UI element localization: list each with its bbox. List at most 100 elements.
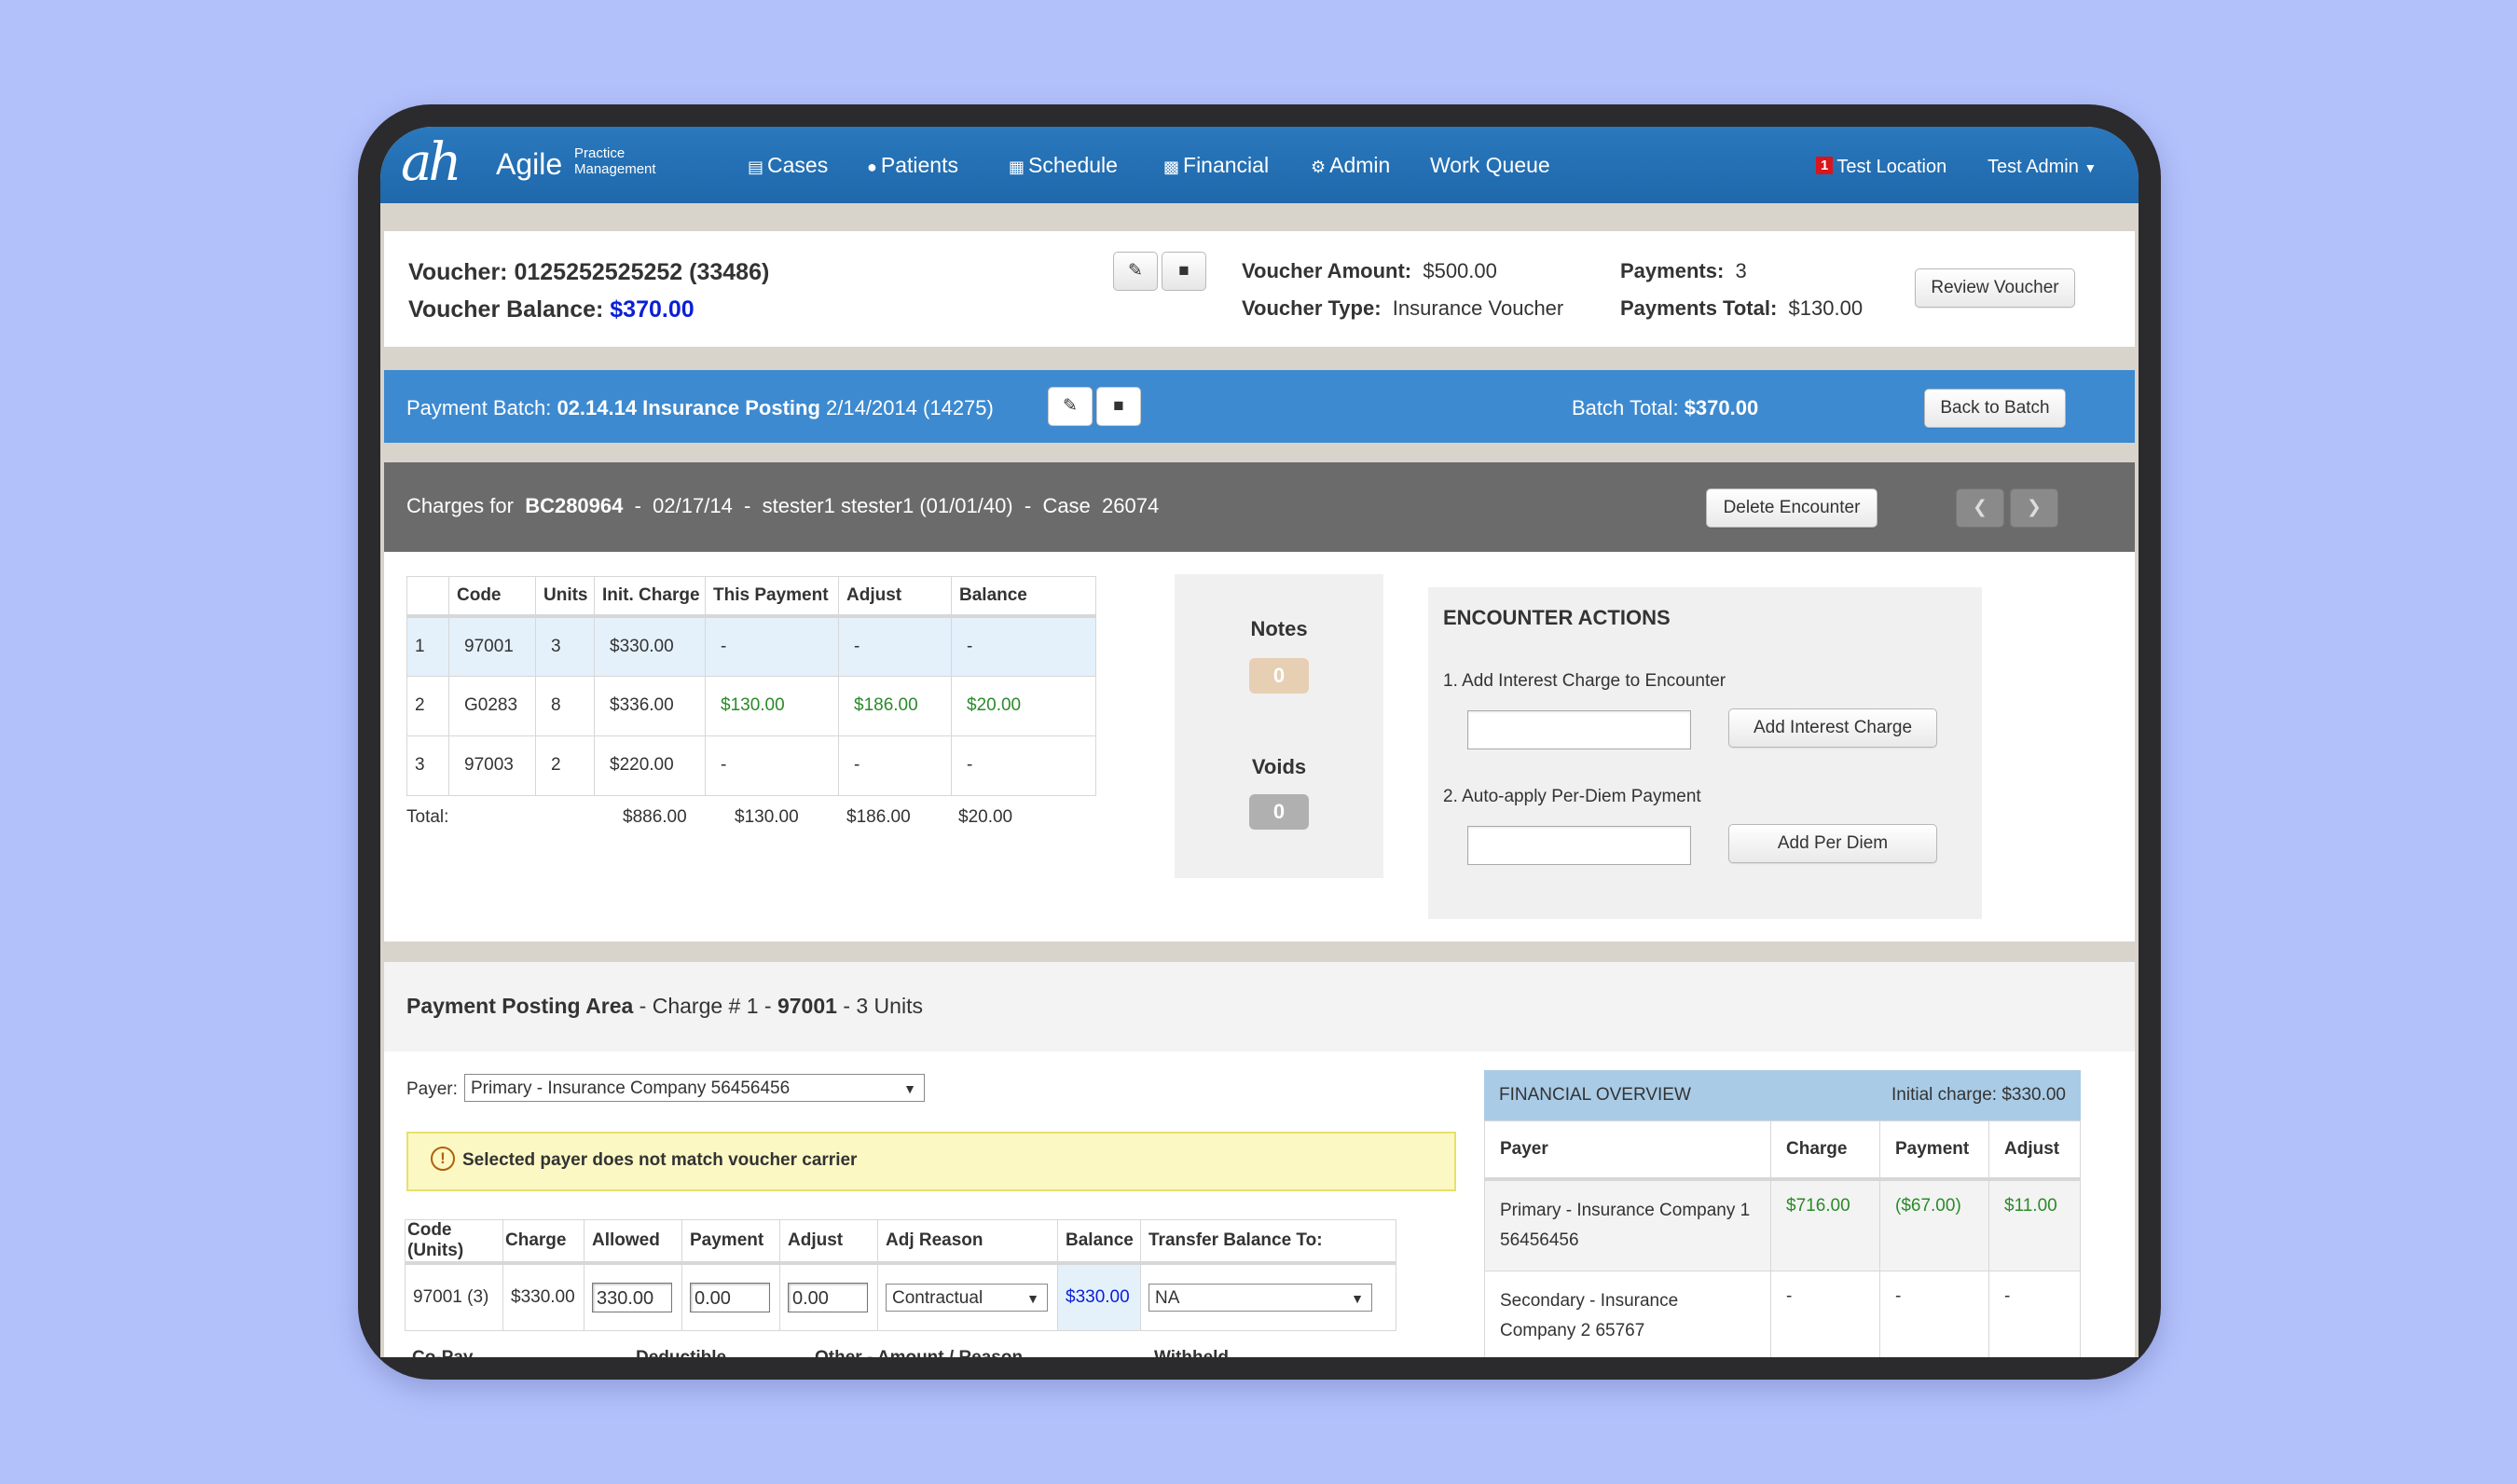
- withheld-label: Withheld: [1154, 1348, 1229, 1357]
- voucher-type: Insurance Voucher: [1392, 296, 1564, 320]
- cell-balance: -: [951, 735, 1096, 796]
- cell-init-charge: $330.00: [594, 615, 706, 677]
- cell-code: 97003: [448, 735, 536, 796]
- list-icon: ▤: [748, 158, 764, 176]
- notification-badge[interactable]: 1: [1816, 157, 1834, 174]
- per-diem-input[interactable]: [1467, 826, 1691, 865]
- payer-name-line1: Primary - Insurance Company 1: [1500, 1200, 1751, 1220]
- cell-init-charge: $220.00: [594, 735, 706, 796]
- back-to-batch-button[interactable]: Back to Batch: [1924, 389, 2066, 428]
- nav-work-queue[interactable]: Work Queue: [1430, 153, 1550, 178]
- voucher-type-label: Voucher Type:: [1242, 296, 1382, 320]
- logo-name[interactable]: Agile: [496, 147, 562, 182]
- voids-count-badge[interactable]: 0: [1249, 794, 1309, 830]
- nav-patients[interactable]: ● Patients: [867, 153, 958, 178]
- nav-cases[interactable]: ▤ Cases: [748, 153, 828, 178]
- fo-row: Secondary - Insurance Company 2 65767 - -…: [1484, 1270, 2081, 1357]
- action2-label: 2. Auto-apply Per-Diem Payment: [1443, 787, 1701, 806]
- cell-code-units: 97001 (3): [405, 1262, 503, 1331]
- nav-schedule-label: Schedule: [1028, 153, 1118, 177]
- col-adjust: Adjust: [779, 1219, 878, 1265]
- adjust-input[interactable]: 0.00: [788, 1282, 868, 1312]
- charge-row[interactable]: 1 97001 3 $330.00 - - -: [406, 615, 1096, 677]
- charges-table: Code Units Init. Charge This Payment Adj…: [406, 576, 1096, 796]
- logo-mark[interactable]: ah: [401, 132, 461, 193]
- edit-icon: ✎: [1063, 396, 1078, 416]
- encounter-bar: Charges for BC280964 - 02/17/14 - steste…: [384, 462, 2135, 552]
- case-number: 26074: [1102, 494, 1160, 517]
- payments-line: Payments: 3: [1620, 259, 1747, 283]
- cell-allowed: 330.00: [584, 1262, 682, 1331]
- nav-schedule[interactable]: ▦ Schedule: [1009, 153, 1118, 178]
- prev-encounter-button[interactable]: ❮: [1956, 488, 2004, 528]
- user-menu[interactable]: Test Admin ▼: [1987, 157, 2097, 178]
- action1-label: 1. Add Interest Charge to Encounter: [1443, 671, 1726, 691]
- cell-payer: Secondary - Insurance Company 2 65767: [1484, 1270, 1771, 1357]
- notes-count-badge[interactable]: 0: [1249, 658, 1309, 694]
- posting-header-row: Code (Units) Charge Allowed Payment Adju…: [405, 1219, 1396, 1265]
- col-adjust: Adjust: [1988, 1120, 2081, 1181]
- allowed-input[interactable]: 330.00: [592, 1282, 672, 1312]
- edit-voucher-button[interactable]: ✎: [1113, 252, 1158, 291]
- delete-voucher-button[interactable]: ■: [1162, 252, 1206, 291]
- posting-title: Payment Posting Area - Charge # 1 - 9700…: [406, 994, 923, 1019]
- payments-label: Payments:: [1620, 259, 1725, 282]
- warning-icon: !: [431, 1147, 455, 1171]
- cell-charge: -: [1770, 1270, 1880, 1357]
- nav-financial[interactable]: ▩ Financial: [1163, 153, 1269, 178]
- col-code-units: Code (Units): [405, 1219, 503, 1265]
- encounter-actions-title: ENCOUNTER ACTIONS: [1443, 606, 1671, 629]
- add-interest-charge-button[interactable]: Add Interest Charge: [1728, 708, 1937, 748]
- cell-charge: $330.00: [502, 1262, 585, 1331]
- next-encounter-button[interactable]: ❯: [2010, 488, 2058, 528]
- nav-admin[interactable]: ⚙ Admin: [1311, 153, 1390, 178]
- payment-input[interactable]: 0.00: [690, 1282, 770, 1312]
- fo-header-row: Payer Charge Payment Adjust: [1484, 1120, 2081, 1181]
- col-this-payment: This Payment: [705, 576, 839, 618]
- add-per-diem-button[interactable]: Add Per Diem: [1728, 824, 1937, 863]
- posting-row: 97001 (3) $330.00 330.00 0.00 0.00 Contr…: [405, 1262, 1396, 1331]
- review-voucher-button[interactable]: Review Voucher: [1915, 268, 2075, 308]
- posting-table: Code (Units) Charge Allowed Payment Adju…: [405, 1219, 1396, 1331]
- batch-total-value: $370.00: [1684, 396, 1759, 419]
- cell-this-payment: -: [705, 735, 839, 796]
- cell-index: 1: [406, 615, 449, 677]
- deductible-label: Deductible: [636, 1348, 726, 1357]
- cell-payment: -: [1879, 1270, 1989, 1357]
- transfer-balance-select[interactable]: NA ▼: [1148, 1283, 1372, 1312]
- payments-count: 3: [1735, 259, 1747, 282]
- interest-charge-input[interactable]: [1467, 710, 1691, 749]
- nav-work-queue-label: Work Queue: [1430, 153, 1550, 177]
- trash-icon: ■: [1178, 261, 1190, 281]
- cell-units: 2: [535, 735, 595, 796]
- location-selector[interactable]: 1 Test Location: [1816, 157, 1946, 178]
- nav-financial-label: Financial: [1183, 153, 1270, 177]
- posting-code: 97001: [777, 994, 837, 1018]
- financial-overview-table: Payer Charge Payment Adjust Primary - In…: [1484, 1120, 2081, 1357]
- adj-reason-value: Contractual: [892, 1287, 983, 1308]
- batch-label: Payment Batch:: [406, 396, 552, 419]
- cell-adjust: 0.00: [779, 1262, 878, 1331]
- payer-select[interactable]: Primary - Insurance Company 56456456 ▼: [464, 1074, 925, 1102]
- other-amount-label: Other - Amount / Reason: [815, 1348, 1023, 1357]
- delete-encounter-button[interactable]: Delete Encounter: [1706, 488, 1877, 528]
- col-payment: Payment: [1879, 1120, 1989, 1181]
- separator: -: [634, 494, 641, 517]
- col-charge: Charge: [502, 1219, 585, 1265]
- edit-batch-button[interactable]: ✎: [1048, 387, 1093, 426]
- posting-title-label: Payment Posting Area: [406, 994, 634, 1018]
- col-allowed: Allowed: [584, 1219, 682, 1265]
- user-name: Test Admin: [1987, 157, 2079, 177]
- charge-row[interactable]: 2 G0283 8 $336.00 $130.00 $186.00 $20.00: [406, 675, 1096, 736]
- separator: -: [1024, 494, 1032, 517]
- calendar-icon: ▦: [1009, 158, 1025, 176]
- caret-down-icon: ▼: [2084, 160, 2098, 175]
- payer-label: Payer:: [406, 1079, 458, 1099]
- charges-for-label: Charges for: [406, 494, 514, 517]
- charge-row[interactable]: 3 97003 2 $220.00 - - -: [406, 735, 1096, 796]
- delete-batch-button[interactable]: ■: [1096, 387, 1141, 426]
- fo-row: Primary - Insurance Company 1 56456456 $7…: [1484, 1178, 2081, 1271]
- adj-reason-select[interactable]: Contractual ▼: [886, 1283, 1048, 1312]
- case-label: Case: [1042, 494, 1091, 517]
- notes-label: Notes: [1250, 617, 1308, 640]
